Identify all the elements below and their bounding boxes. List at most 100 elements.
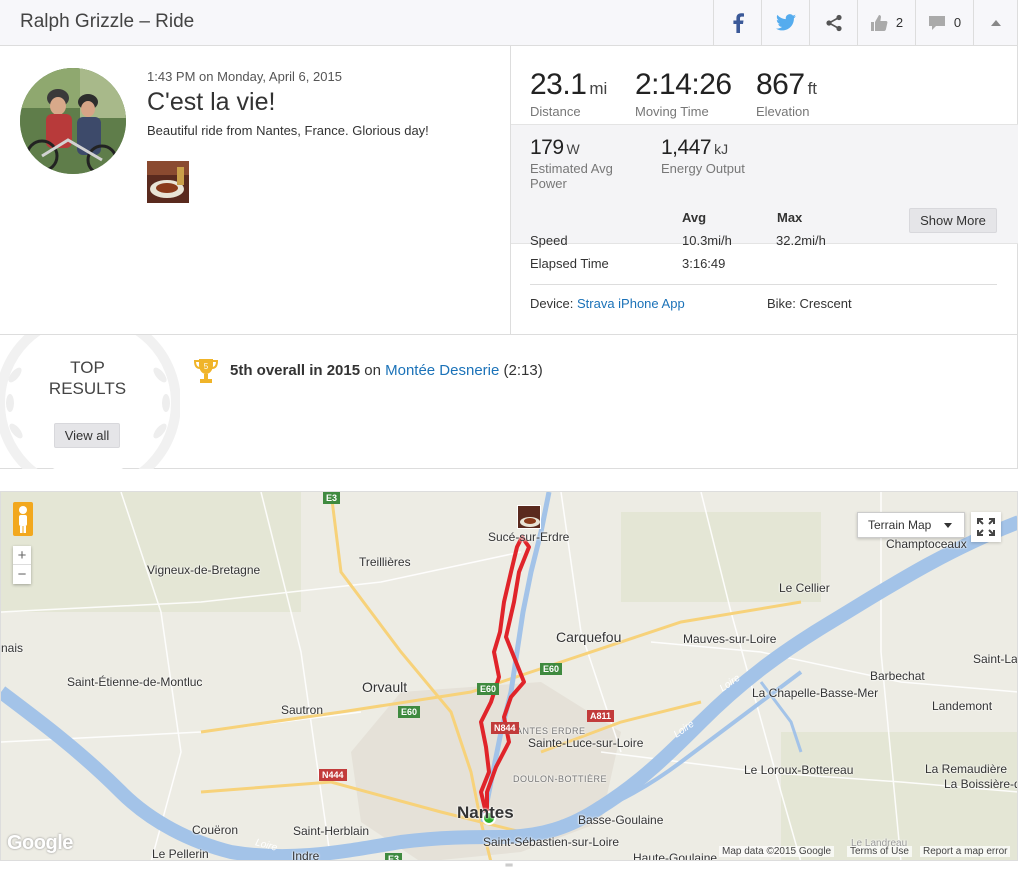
- activity-time: 1:43 PM: [147, 69, 196, 84]
- stats-divider: [530, 284, 997, 285]
- avg-column-header: Avg: [682, 210, 707, 225]
- road-shield: E60: [540, 663, 563, 675]
- map-label: Saint-La: [973, 652, 1018, 666]
- achievement-line: 5th overall in 2015 on Montée Desnerie (…: [230, 362, 543, 379]
- share-icon: [825, 14, 842, 31]
- trophy-icon: 5: [193, 357, 219, 390]
- elevation-unit: ft: [807, 79, 818, 98]
- activity-date-connector: on: [199, 69, 214, 84]
- road-shield: N844: [491, 722, 519, 734]
- map-label: Le Pellerin: [152, 847, 209, 861]
- map-photo-marker[interactable]: [517, 505, 541, 529]
- speed-max: 32.2mi/h: [776, 233, 826, 248]
- avatar-photo: [20, 68, 126, 174]
- facebook-share-button[interactable]: [713, 0, 761, 45]
- zoom-in-button[interactable]: +: [13, 546, 31, 565]
- zoom-control: + −: [13, 546, 31, 584]
- energy-value: 1,447: [661, 136, 712, 159]
- page-title: Ralph Grizzle – Ride: [20, 11, 195, 32]
- pegman-icon[interactable]: [13, 502, 33, 536]
- map-type-dropdown[interactable]: Terrain Map: [857, 512, 965, 538]
- power-stat: 179 W Estimated Avg Power: [530, 137, 630, 191]
- activity-description: Beautiful ride from Nantes, France. Glor…: [147, 123, 429, 138]
- activity-photo-thumbnail[interactable]: [147, 161, 189, 203]
- activity-date: Monday, April 6, 2015: [217, 69, 342, 84]
- energy-label: Energy Output: [661, 161, 745, 176]
- zoom-out-button[interactable]: −: [13, 565, 31, 584]
- map-label: Basse-Goulaine: [578, 813, 664, 827]
- twitter-icon: [775, 14, 796, 31]
- comment-count: 0: [953, 15, 962, 30]
- map-label: Sainte-Luce-sur-Loire: [528, 736, 644, 750]
- road-shield: E60: [477, 683, 500, 695]
- device-info: Device: Strava iPhone App: [530, 296, 685, 311]
- activity-header: Ralph Grizzle – Ride 2 0: [0, 0, 1018, 46]
- elevation-stat: 867 ft Elevation: [756, 68, 818, 120]
- kudos-count: 2: [895, 15, 904, 30]
- bike-info: Bike: Crescent: [767, 296, 852, 311]
- distance-stat: 23.1 mi Distance: [530, 68, 607, 120]
- road-shield: A811: [587, 710, 615, 722]
- top-results-title-line1: TOP: [70, 358, 105, 377]
- map-label: Treillières: [359, 555, 411, 569]
- kudos-button[interactable]: 2: [857, 0, 915, 45]
- thumbs-up-icon: [870, 14, 888, 31]
- map-label: Landemont: [932, 699, 993, 713]
- device-link[interactable]: Strava iPhone App: [577, 296, 685, 311]
- map-label: Barbechat: [870, 669, 925, 683]
- header-actions: 2 0: [713, 0, 1017, 45]
- twitter-share-button[interactable]: [761, 0, 809, 45]
- map-label: Le Cellier: [779, 581, 830, 595]
- top-results-title: TOP RESULTS: [20, 357, 155, 399]
- collapse-button[interactable]: [973, 0, 1017, 45]
- fullscreen-button[interactable]: [971, 512, 1001, 542]
- distance-label: Distance: [530, 104, 581, 119]
- map-label: nais: [1, 641, 24, 655]
- achievement-text: 5th overall in 2015: [230, 362, 361, 379]
- map-resize-handle[interactable]: ═: [0, 861, 1018, 874]
- expand-icon: [977, 518, 995, 536]
- terms-link[interactable]: Terms of Use: [847, 846, 912, 857]
- road-shield: E3: [323, 492, 341, 504]
- laurel-wreath-icon: [0, 335, 180, 469]
- map-label: Mauves-sur-Loire: [683, 632, 777, 646]
- show-more-button[interactable]: Show More: [909, 208, 997, 233]
- map-label: Vigneux-de-Bretagne: [147, 563, 261, 577]
- athlete-avatar[interactable]: [20, 68, 126, 174]
- view-all-button[interactable]: View all: [54, 423, 120, 448]
- top-results-title-line2: RESULTS: [48, 379, 127, 398]
- bike-value: Crescent: [799, 296, 852, 311]
- achievement-connector: on: [364, 362, 381, 379]
- map-label: Sautron: [281, 703, 324, 717]
- comments-button[interactable]: 0: [915, 0, 973, 45]
- road-shield: E3: [385, 853, 403, 860]
- map-area-label: NANTES ERDRE: [509, 726, 586, 736]
- road-shield: E60: [398, 706, 421, 718]
- route-map[interactable]: + − Terrain Map Sucé-sur-Erdre Champtoce…: [0, 491, 1018, 861]
- report-map-error-link[interactable]: Report a map error: [920, 846, 1011, 857]
- energy-unit: kJ: [714, 141, 729, 157]
- activity-stats-panel: 23.1 mi Distance 2:14:26 Moving Time 867 f…: [510, 46, 1018, 334]
- map-label: Sucé-sur-Erdre: [488, 530, 570, 544]
- map-type-label: Terrain Map: [868, 518, 932, 532]
- segment-link[interactable]: Montée Desnerie: [385, 362, 499, 379]
- map-label: Saint-Sébastien-sur-Loire: [483, 835, 620, 849]
- map-label: La Remaudière: [925, 762, 1008, 776]
- map-label-nantes: Nantes: [457, 803, 514, 822]
- map-label: Orvault: [362, 679, 408, 695]
- distance-value: 23.1: [530, 68, 587, 101]
- caret-down-icon: [944, 523, 952, 528]
- share-button[interactable]: [809, 0, 857, 45]
- elapsed-time-avg: 3:16:49: [682, 256, 726, 271]
- top-results-section: TOP RESULTS View all 5 5th overall in 20…: [0, 334, 1018, 469]
- elevation-value: 867: [756, 68, 805, 101]
- map-label: La Chapelle-Basse-Mer: [752, 686, 879, 700]
- moving-time-stat: 2:14:26 Moving Time: [635, 70, 732, 120]
- power-label: Estimated Avg Power: [530, 161, 613, 191]
- chevron-up-icon: [990, 19, 1001, 26]
- power-value: 179: [530, 136, 564, 159]
- google-logo[interactable]: Google: [7, 832, 73, 855]
- energy-stat: 1,447 kJ Energy Output: [661, 137, 761, 176]
- map-label: Couëron: [192, 823, 239, 837]
- segment-time: (2:13): [503, 362, 543, 379]
